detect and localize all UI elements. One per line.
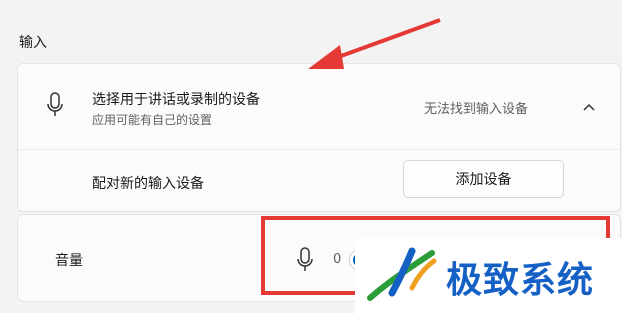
pair-device-label: 配对新的输入设备: [92, 176, 204, 192]
volume-label: 音量: [55, 253, 83, 269]
input-section-title: 输入: [19, 35, 47, 51]
watermark-logo-icon: [367, 247, 437, 301]
microphone-icon: [46, 92, 64, 118]
volume-microphone-icon[interactable]: [296, 247, 314, 273]
add-device-button[interactable]: 添加设备: [403, 160, 564, 198]
device-select-title: 选择用于讲话或录制的设备: [92, 92, 260, 108]
chevron-up-icon[interactable]: [581, 99, 597, 115]
device-status-text: 无法找到输入设备: [424, 102, 529, 117]
watermark-text: 极致系统: [446, 260, 595, 301]
volume-value: 0: [333, 252, 342, 267]
device-select-subtitle: 应用可能有自己的设置: [92, 113, 213, 127]
